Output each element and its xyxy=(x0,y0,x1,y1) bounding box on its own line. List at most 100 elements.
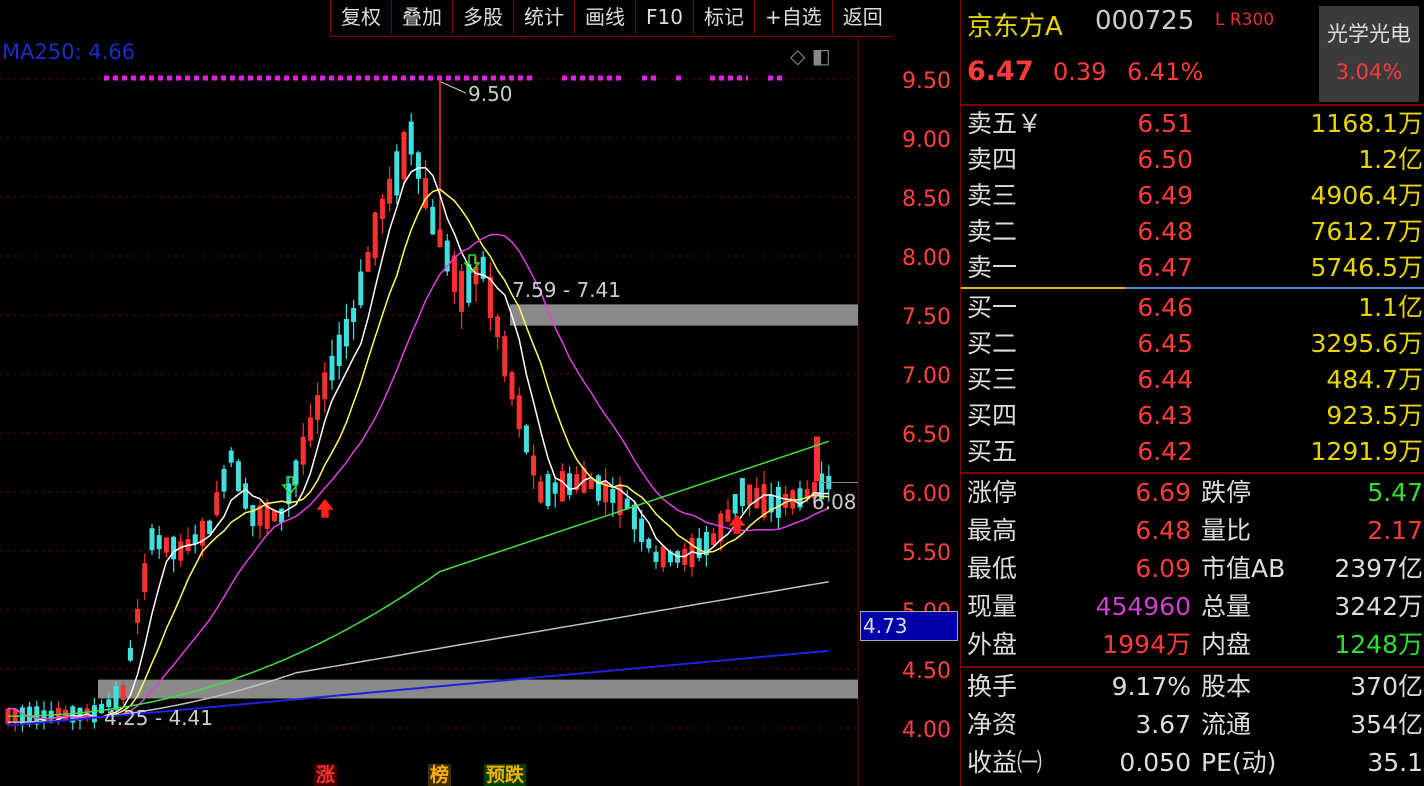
candle-body xyxy=(415,152,421,179)
signal-limit-up[interactable]: 涨 xyxy=(314,764,338,786)
ask-row[interactable]: 卖三 6.49 4906.4万 xyxy=(961,178,1424,214)
sector-pct: 3.04% xyxy=(1335,60,1403,84)
candle-body xyxy=(739,478,745,506)
candle-body xyxy=(163,537,169,553)
chart-settings-icons[interactable]: ◇ ◧ xyxy=(790,44,831,68)
candle-body xyxy=(135,609,141,623)
bid-volume: 1.1亿 xyxy=(1358,293,1423,322)
bid-row[interactable]: 买二 6.45 3295.6万 xyxy=(961,326,1424,362)
kline-chart-area[interactable]: 9.509.008.508.007.507.006.506.005.505.00… xyxy=(0,0,960,786)
add-watchlist-button[interactable]: +自选 xyxy=(753,0,832,35)
ask-row[interactable]: 卖五￥ 6.51 1168.1万 xyxy=(961,106,1424,142)
candle-body xyxy=(725,509,731,522)
candle-body xyxy=(394,151,400,196)
candle-body xyxy=(595,475,601,501)
ask-price: 6.47 xyxy=(1137,253,1193,282)
stats-row[interactable]: 净资 3.67 流通 354亿 xyxy=(961,707,1424,743)
signal-rank[interactable]: 榜 xyxy=(428,764,452,786)
candle-body xyxy=(293,460,299,485)
candle-body xyxy=(747,484,753,506)
stats-row[interactable]: 最高 6.48 量比 2.17 xyxy=(961,513,1424,549)
stat-label: 涨停 xyxy=(967,478,1018,507)
candle-body xyxy=(235,461,241,492)
ask-label: 卖四 xyxy=(967,145,1018,174)
candle-body xyxy=(531,455,537,476)
current-price: 6.47 xyxy=(967,56,1034,87)
stats-row[interactable]: 最低 6.09 市值AB 2397亿 xyxy=(961,551,1424,587)
zone-upper-label: 7.59 - 7.41 xyxy=(512,278,621,302)
kline-chart-svg[interactable]: 9.509.008.508.007.507.006.506.005.505.00… xyxy=(0,0,960,786)
last-close-label: 6.08 xyxy=(812,490,857,514)
candle-body xyxy=(322,372,328,400)
stat-value: 1248万 xyxy=(1334,630,1423,659)
stat-label: 内盘 xyxy=(1201,630,1252,659)
stat-label: 外盘 xyxy=(967,630,1018,659)
bid-label: 买五 xyxy=(967,437,1018,466)
stat-label: 最低 xyxy=(967,554,1018,583)
stats-row[interactable]: 外盘 1994万 内盘 1248万 xyxy=(961,627,1424,663)
bid-row[interactable]: 买四 6.43 923.5万 xyxy=(961,398,1424,434)
divider xyxy=(961,666,1424,668)
candle-body xyxy=(372,212,378,259)
candle-body xyxy=(754,487,760,509)
ask-row[interactable]: 卖四 6.50 1.2亿 xyxy=(961,142,1424,178)
candle-body xyxy=(559,470,565,502)
candle-body xyxy=(358,271,364,306)
fuquan-button[interactable]: 复权 xyxy=(330,0,391,35)
panel-toggle-icon[interactable]: ◧ xyxy=(812,44,831,68)
candle-body xyxy=(502,336,508,377)
signal-pre-fall[interactable]: 预跌 xyxy=(484,764,527,786)
candle-body xyxy=(430,206,436,235)
ask-row[interactable]: 卖二 6.48 7612.7万 xyxy=(961,214,1424,250)
ask-label: 卖二 xyxy=(967,217,1018,246)
stat-value: 5.47 xyxy=(1367,478,1423,507)
ask-price: 6.51 xyxy=(1137,109,1193,138)
mark-button[interactable]: 标记 xyxy=(692,0,754,35)
sector-name: 光学光电 xyxy=(1327,22,1411,46)
diamond-icon[interactable]: ◇ xyxy=(790,44,805,68)
stat-value: 6.48 xyxy=(1135,516,1191,545)
candle-body xyxy=(250,505,256,527)
candle-body xyxy=(459,270,465,312)
bid-row[interactable]: 买五 6.42 1291.9万 xyxy=(961,434,1424,470)
back-button[interactable]: 返回 xyxy=(831,0,893,35)
stock-code: 000725 xyxy=(1095,6,1195,36)
stat-label: 换手 xyxy=(967,672,1018,701)
candle-body xyxy=(631,504,637,530)
stats-row[interactable]: 收益㈠ 0.050 PE(动) 35.1 xyxy=(961,745,1424,781)
candle-body xyxy=(221,468,227,492)
candle-body xyxy=(523,425,529,453)
stat-label: PE(动) xyxy=(1201,748,1277,777)
candle-body xyxy=(775,486,781,518)
y-tick-label: 9.00 xyxy=(902,128,951,153)
bid-price: 6.42 xyxy=(1137,437,1193,466)
ask-label: 卖一 xyxy=(967,253,1018,282)
statistics-button[interactable]: 统计 xyxy=(513,0,574,35)
candle-body xyxy=(516,395,522,430)
stats-row[interactable]: 涨停 6.69 跌停 5.47 xyxy=(961,475,1424,511)
sector-box[interactable]: 光学光电 3.04% xyxy=(1319,6,1419,102)
stat-value: 35.1 xyxy=(1367,748,1423,777)
ask-volume: 5746.5万 xyxy=(1310,253,1423,282)
bid-row[interactable]: 买一 6.46 1.1亿 xyxy=(961,290,1424,326)
draw-line-button[interactable]: 画线 xyxy=(574,0,635,35)
candle-body xyxy=(171,536,177,560)
stats-row[interactable]: 现量 454960 总量 3242万 xyxy=(961,589,1424,625)
stat-label: 市值AB xyxy=(1201,554,1286,583)
ma10-line xyxy=(7,188,829,720)
bid-row[interactable]: 买三 6.44 484.7万 xyxy=(961,362,1424,398)
stat-value: 354亿 xyxy=(1350,710,1423,739)
multi-stock-button[interactable]: 多股 xyxy=(452,0,513,35)
candle-body xyxy=(207,520,213,535)
candle-body xyxy=(588,479,594,490)
stat-value: 3242万 xyxy=(1334,592,1423,621)
f10-button[interactable]: F10 xyxy=(635,0,693,35)
candle-body xyxy=(711,533,717,546)
ask-label: 卖五￥ xyxy=(967,109,1043,138)
ask-row[interactable]: 卖一 6.47 5746.5万 xyxy=(961,250,1424,286)
stats-row[interactable]: 换手 9.17% 股本 370亿 xyxy=(961,669,1424,705)
bid-volume: 3295.6万 xyxy=(1310,329,1423,358)
candle-body xyxy=(329,355,335,381)
overlay-button[interactable]: 叠加 xyxy=(391,0,452,35)
candle-body xyxy=(495,316,501,338)
